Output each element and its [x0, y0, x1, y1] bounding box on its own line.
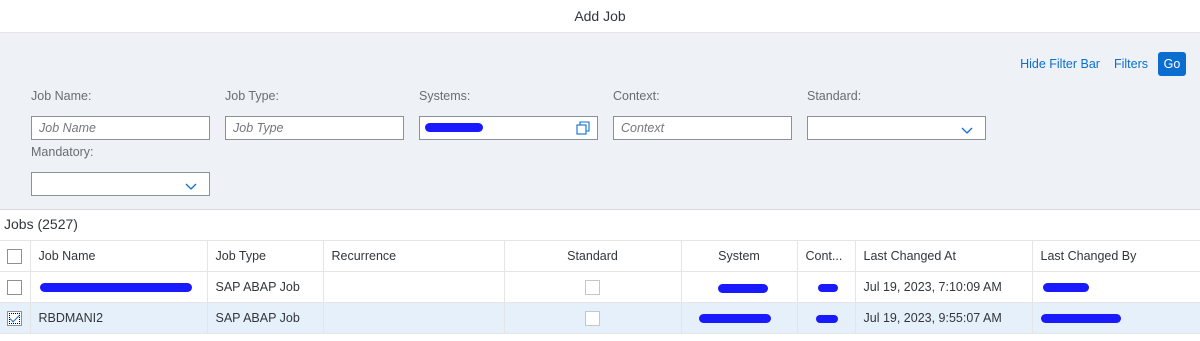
job-type-field: Job Type: Job Type: [225, 88, 404, 140]
job-name-cell: RBDMANI2: [30, 302, 208, 334]
standard-checkbox: [585, 310, 600, 326]
column-header-recurrence[interactable]: Recurrence: [323, 240, 505, 272]
job-type-label: Job Type:: [225, 89, 279, 103]
mandatory-label: Mandatory:: [31, 145, 94, 159]
standard-label: Standard:: [807, 89, 862, 103]
chevron-down-icon: [185, 179, 197, 194]
redacted-value: [815, 315, 838, 323]
row-checkbox[interactable]: [7, 279, 23, 295]
select-all-checkbox[interactable]: [7, 248, 23, 264]
column-header-standard[interactable]: Standard: [504, 240, 682, 272]
job-type-input[interactable]: Job Type: [225, 116, 404, 140]
redacted-value: [817, 284, 838, 292]
row-select-cell[interactable]: [0, 271, 31, 303]
job-type-cell: SAP ABAP Job: [207, 302, 324, 334]
redacted-value: [425, 123, 483, 132]
recurrence-cell: [323, 302, 505, 334]
chevron-down-icon: [961, 123, 973, 138]
table-title: Jobs (2527): [4, 216, 78, 232]
mandatory-select[interactable]: [31, 172, 210, 196]
redacted-value: [717, 284, 768, 293]
standard-cell: [504, 271, 682, 303]
context-placeholder: Context: [621, 121, 665, 135]
filters-button[interactable]: Filters: [1114, 57, 1148, 71]
standard-cell: [504, 302, 682, 334]
context-label: Context:: [613, 89, 660, 103]
systems-label: Systems:: [419, 89, 471, 103]
select-all-cell[interactable]: [0, 240, 31, 272]
redacted-value: [1040, 314, 1121, 323]
hide-filter-bar-button[interactable]: Hide Filter Bar: [1020, 57, 1100, 71]
context-input[interactable]: Context: [613, 116, 792, 140]
standard-checkbox: [585, 279, 600, 295]
filter-bar: Hide Filter Bar Filters Go Job Name: Job…: [0, 33, 1200, 210]
column-header-job-name[interactable]: Job Name: [30, 240, 208, 272]
table-header-row: Job Name Job Type Recurrence Standard Sy…: [0, 240, 1200, 272]
column-header-system[interactable]: System: [681, 240, 798, 272]
job-name-label: Job Name:: [31, 89, 92, 103]
redacted-value: [1042, 283, 1089, 292]
table-row[interactable]: RBDMANI2 SAP ABAP Job Jul 19, 2023, 9:55…: [0, 302, 1200, 334]
job-name-input[interactable]: Job Name: [31, 116, 210, 140]
redacted-value: [39, 283, 192, 292]
go-button[interactable]: Go: [1158, 52, 1186, 76]
column-header-last-changed-at[interactable]: Last Changed At: [855, 240, 1033, 272]
redacted-value: [698, 314, 771, 323]
last-changed-by-cell: [1032, 271, 1200, 303]
column-header-job-type[interactable]: Job Type: [207, 240, 324, 272]
filter-actions: Hide Filter Bar Filters Go: [1006, 52, 1186, 76]
standard-select[interactable]: [807, 116, 986, 140]
row-select-cell[interactable]: [0, 302, 31, 334]
page-title: Add Job: [0, 0, 1200, 33]
job-type-placeholder: Job Type: [233, 121, 284, 135]
last-changed-at-cell: Jul 19, 2023, 9:55:07 AM: [855, 302, 1033, 334]
recurrence-cell: [323, 271, 505, 303]
system-cell: [681, 302, 798, 334]
context-cell: [797, 271, 856, 303]
standard-field: Standard:: [807, 88, 986, 140]
systems-input[interactable]: [419, 116, 598, 140]
column-header-context[interactable]: Cont...: [797, 240, 856, 272]
row-checkbox[interactable]: [7, 310, 23, 326]
job-name-placeholder: Job Name: [39, 121, 96, 135]
jobs-table: Job Name Job Type Recurrence Standard Sy…: [0, 240, 1200, 334]
last-changed-by-cell: [1032, 302, 1200, 334]
system-cell: [681, 271, 798, 303]
context-field: Context: Context: [613, 88, 792, 140]
job-type-cell: SAP ABAP Job: [207, 271, 324, 303]
column-header-last-changed-by[interactable]: Last Changed By: [1032, 240, 1200, 272]
job-name-field: Job Name: Job Name: [31, 88, 210, 140]
mandatory-field: Mandatory:: [31, 144, 210, 196]
last-changed-at-cell: Jul 19, 2023, 7:10:09 AM: [855, 271, 1033, 303]
context-cell: [797, 302, 856, 334]
job-name-cell: [30, 271, 208, 303]
systems-field: Systems:: [419, 88, 598, 140]
table-row[interactable]: SAP ABAP Job Jul 19, 2023, 7:10:09 AM: [0, 271, 1200, 303]
value-help-icon[interactable]: [576, 121, 590, 138]
